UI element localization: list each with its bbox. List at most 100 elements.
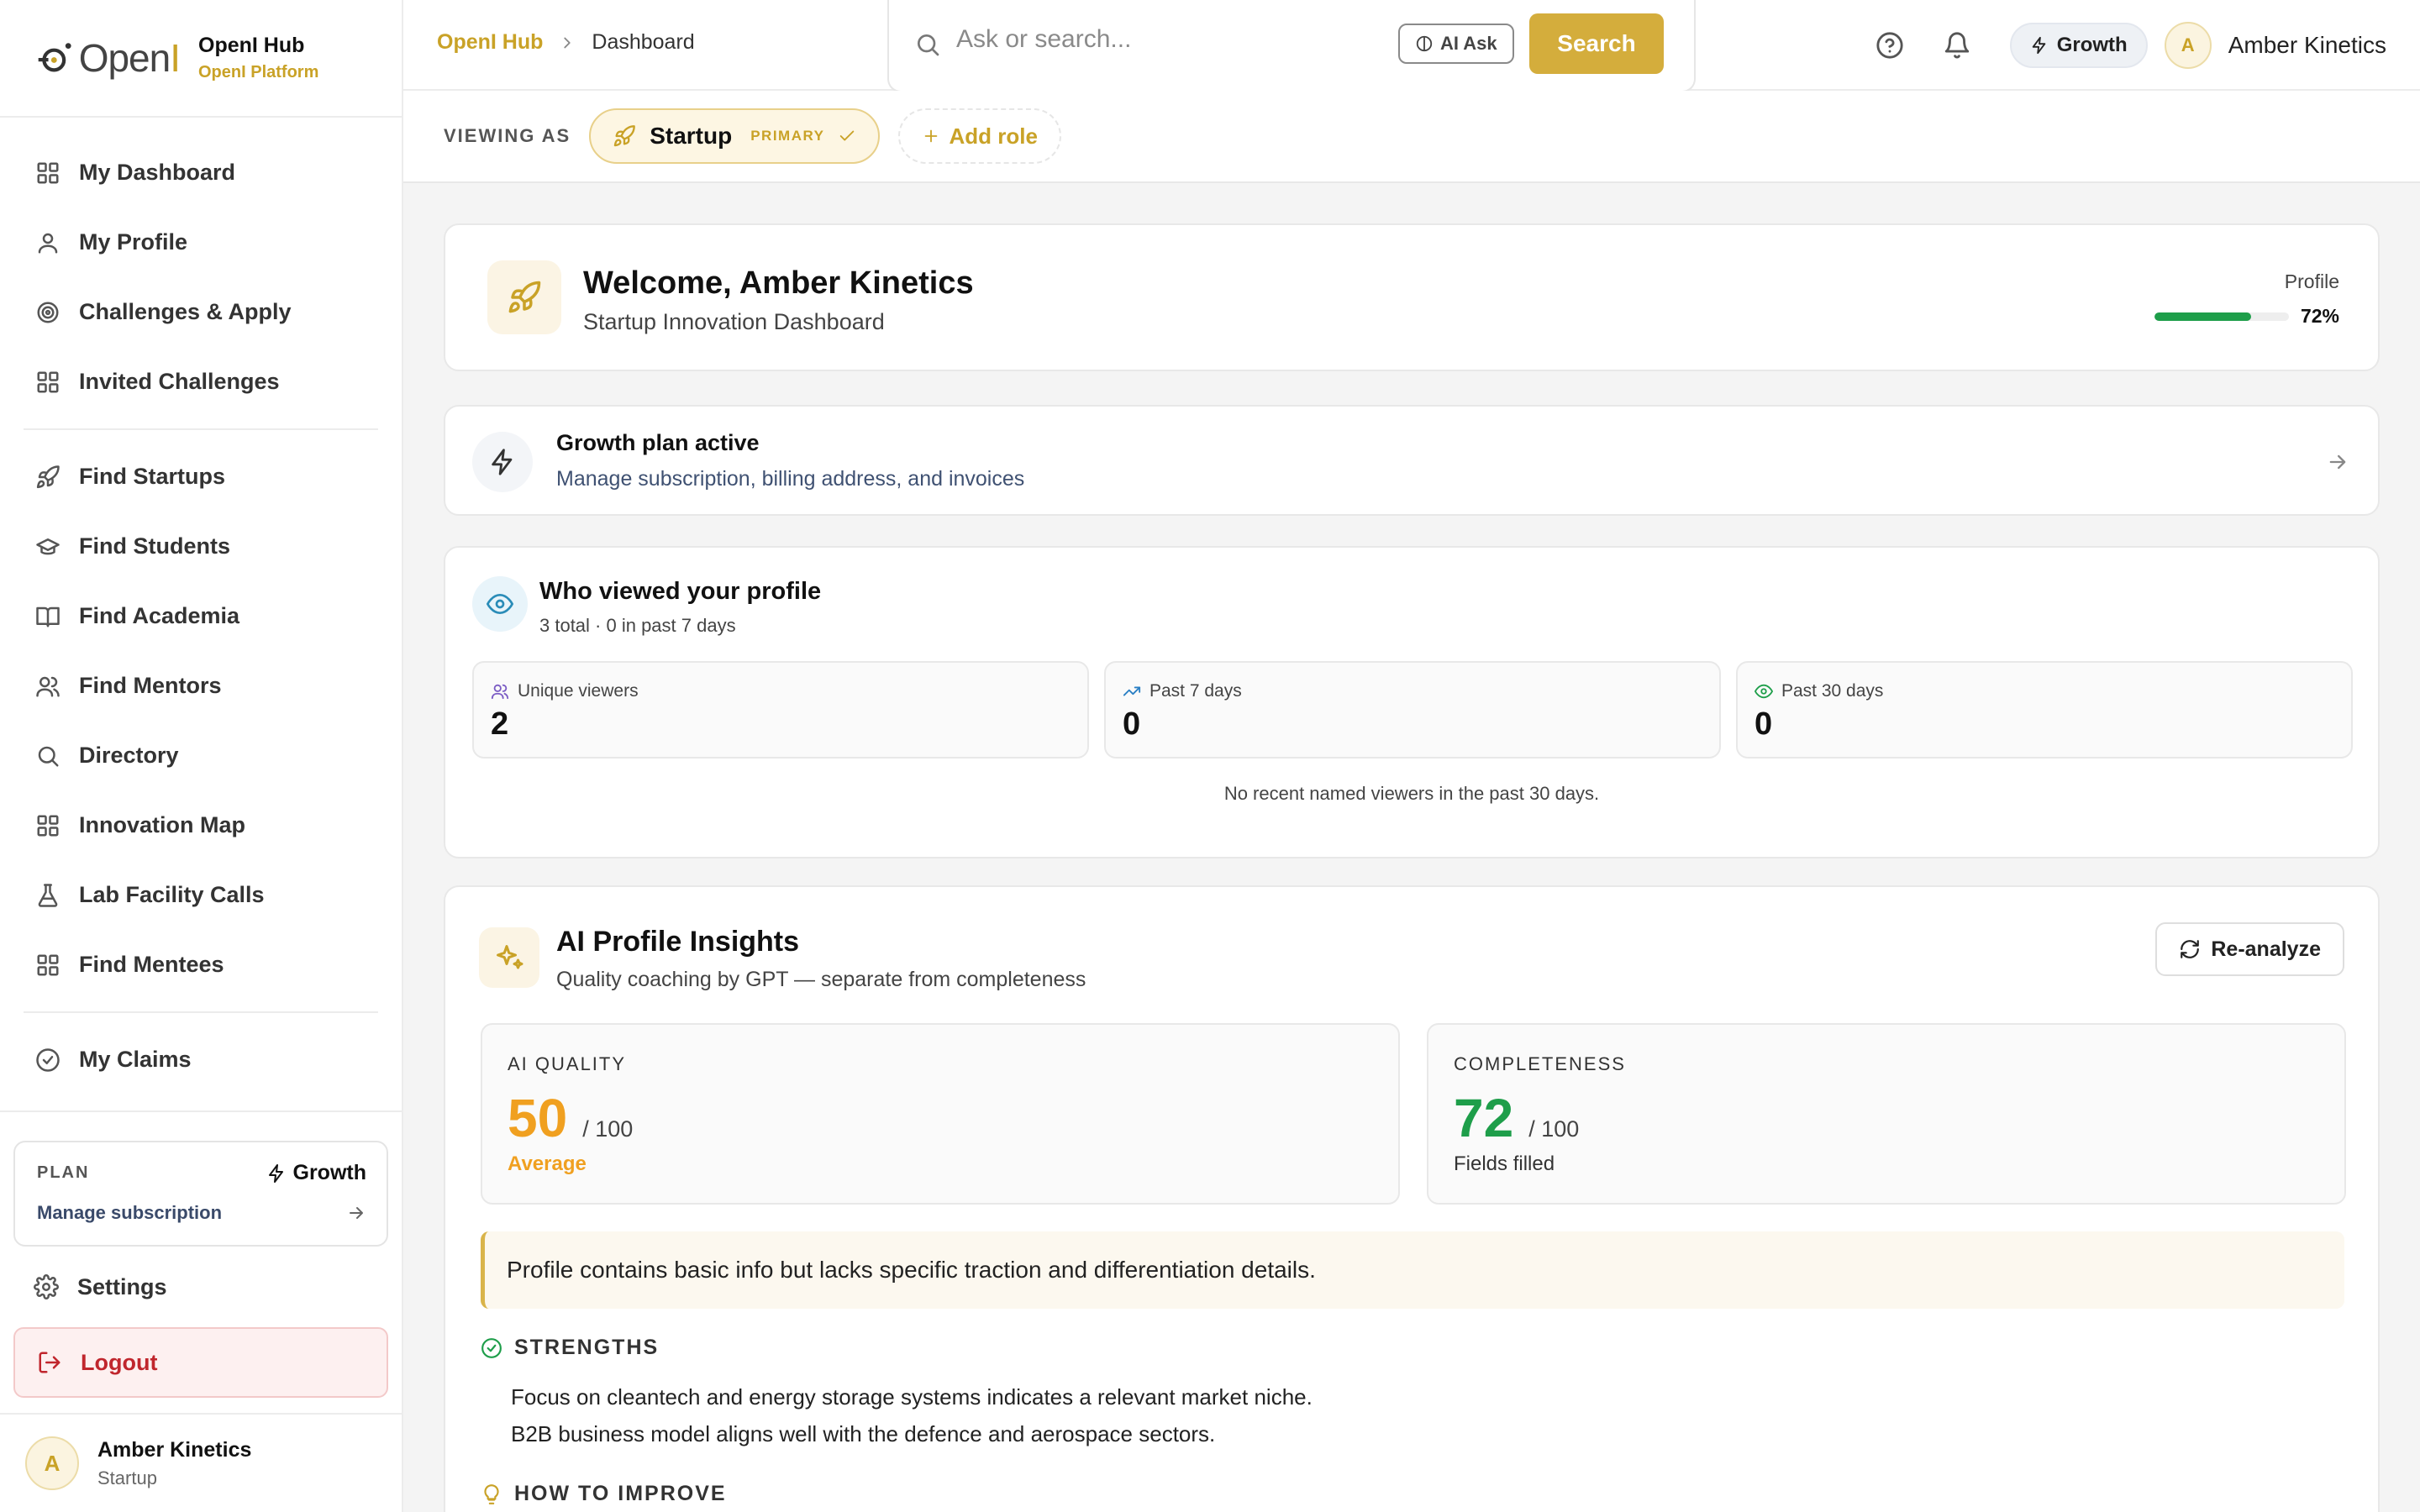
sidebar-item-label: Innovation Map [79, 812, 245, 837]
topbar-actions: Growth A Amber Kinetics [1876, 0, 2386, 91]
rocket-icon [508, 281, 541, 313]
role-name: Startup [650, 123, 733, 149]
settings-label: Settings [77, 1273, 167, 1299]
plan-card[interactable]: PLAN Growth Manage subscription [13, 1141, 388, 1247]
add-role-label: Add role [949, 123, 1038, 149]
plan-badge-label: Growth [2056, 34, 2128, 56]
strengths-heading: STRENGTHS [481, 1336, 659, 1360]
sidebar-user[interactable]: A Amber Kinetics Startup [0, 1413, 402, 1512]
topbar: OpenI Hub Dashboard AI Ask Search Growth… [403, 0, 2420, 92]
search-input[interactable] [956, 25, 1360, 54]
logout-button[interactable]: Logout [13, 1327, 388, 1398]
help-icon[interactable] [1876, 31, 1904, 60]
profile-progress-track [2154, 312, 2289, 321]
grid-icon [37, 162, 59, 183]
eye-icon [1754, 684, 1773, 699]
insights-title: AI Profile Insights [556, 926, 800, 958]
breadcrumb-home[interactable]: OpenI Hub [437, 30, 543, 55]
logo[interactable]: OpenI [37, 35, 181, 81]
check-circle-icon [481, 1337, 502, 1358]
completeness-of: / 100 [1528, 1116, 1580, 1142]
welcome-card: Welcome, Amber Kinetics Startup Innovati… [444, 223, 2380, 371]
grid-icon [37, 815, 59, 836]
nav-divider [24, 428, 378, 430]
sidebar-nav: My Dashboard My Profile Challenges & App… [0, 118, 402, 1095]
sidebar-item-lab-facility-calls[interactable]: Lab Facility Calls [24, 860, 378, 930]
logo-text: OpenI [78, 36, 181, 80]
stat-past-30-days: Past 30 days 0 [1736, 661, 2353, 759]
refresh-icon [2181, 940, 2200, 958]
strength-item: B2B business model aligns well with the … [511, 1421, 1216, 1446]
sidebar-item-label: Directory [79, 743, 179, 768]
stat-label: Unique viewers [518, 681, 639, 701]
sidebar-item-label: Lab Facility Calls [79, 882, 265, 907]
bell-icon[interactable] [1943, 31, 1971, 60]
viewers-empty-note: No recent named viewers in the past 30 d… [1223, 783, 1600, 804]
stat-value: 0 [1123, 706, 1141, 742]
sidebar-item-my-profile[interactable]: My Profile [24, 207, 378, 277]
topbar-avatar[interactable]: A [2164, 22, 2212, 69]
plan-label: PLAN [37, 1163, 90, 1182]
ai-quality-note: Average [508, 1152, 587, 1175]
ai-insights-card: AI Profile Insights Quality coaching by … [444, 885, 2380, 1512]
role-pill-startup[interactable]: Startup PRIMARY [589, 108, 881, 164]
growth-plan-card[interactable]: Growth plan active Manage subscription, … [444, 405, 2380, 516]
gear-icon [34, 1274, 59, 1299]
avatar: A [25, 1436, 79, 1490]
search-icon [38, 746, 59, 766]
improve-label: HOW TO IMPROVE [514, 1482, 727, 1505]
brand-subtitle: OpenI Platform [198, 63, 319, 81]
stat-label: Past 7 days [1150, 681, 1242, 701]
sidebar-item-directory[interactable]: Directory [24, 721, 378, 790]
ai-ask-label: AI Ask [1440, 33, 1497, 54]
manage-subscription-link[interactable]: Manage subscription [37, 1202, 222, 1224]
add-role-button[interactable]: Add role [898, 108, 1061, 164]
primary-badge: PRIMARY [750, 128, 825, 144]
sidebar-item-label: Challenges & Apply [79, 299, 292, 324]
book-icon [36, 606, 60, 627]
settings-link[interactable]: Settings [13, 1247, 388, 1327]
arrow-right-icon [2329, 454, 2346, 470]
sidebar-item-label: Invited Challenges [79, 369, 280, 394]
check-icon [840, 130, 855, 141]
sidebar-item-label: My Claims [79, 1047, 192, 1072]
topbar-user-name[interactable]: Amber Kinetics [2228, 32, 2386, 59]
users-icon [36, 676, 60, 696]
profile-viewers-card: Who viewed your profile 3 total · 0 in p… [444, 546, 2380, 858]
lightning-icon [2032, 36, 2046, 55]
profile-progress-fill [2154, 312, 2252, 321]
search-icon [918, 34, 939, 56]
plan-name: Growth [266, 1161, 366, 1185]
sidebar-item-find-academia[interactable]: Find Academia [24, 581, 378, 651]
breadcrumb-current: Dashboard [592, 30, 695, 54]
plan-icon-wrap [472, 432, 533, 492]
sidebar-user-name: Amber Kinetics [97, 1437, 252, 1462]
strengths-label: STRENGTHS [514, 1336, 660, 1359]
search-box: AI Ask Search [887, 0, 1696, 92]
sidebar-item-find-startups[interactable]: Find Startups [24, 442, 378, 512]
sidebar-item-innovation-map[interactable]: Innovation Map [24, 790, 378, 860]
viewers-subtitle: 3 total · 0 in past 7 days [539, 615, 736, 636]
sidebar-item-challenges-apply[interactable]: Challenges & Apply [24, 277, 378, 347]
user-icon [38, 233, 58, 253]
sidebar-item-find-mentors[interactable]: Find Mentors [24, 651, 378, 721]
reanalyze-button[interactable]: Re-analyze [2155, 922, 2344, 976]
nav-divider [24, 1011, 378, 1013]
viewers-icon-wrap [472, 576, 528, 632]
sidebar-item-find-mentees[interactable]: Find Mentees [24, 930, 378, 1000]
profile-progress-label: Profile [2284, 270, 2339, 292]
sidebar-item-invited-challenges[interactable]: Invited Challenges [24, 347, 378, 417]
stat-unique-viewers: Unique viewers 2 [472, 661, 1089, 759]
check-circle-icon [36, 1047, 60, 1072]
stat-value: 0 [1754, 706, 1773, 742]
trending-up-icon [1123, 686, 1141, 696]
graduation-cap-icon [36, 538, 60, 554]
sidebar-item-my-claims[interactable]: My Claims [24, 1025, 378, 1095]
breadcrumb: OpenI Hub Dashboard [437, 30, 695, 55]
ai-ask-button[interactable]: AI Ask [1398, 24, 1514, 64]
sidebar-item-my-dashboard[interactable]: My Dashboard [24, 138, 378, 207]
search-button[interactable]: Search [1529, 13, 1664, 74]
plan-badge[interactable]: Growth [2009, 23, 2148, 68]
insights-summary: Profile contains basic info but lacks sp… [481, 1231, 2344, 1309]
sidebar-item-find-students[interactable]: Find Students [24, 512, 378, 581]
